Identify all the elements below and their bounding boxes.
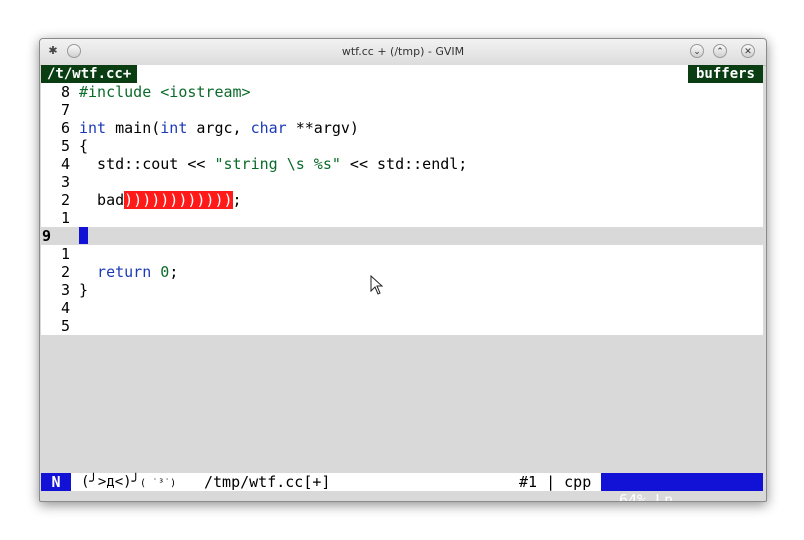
- text-buffer[interactable]: 8 #include <iostream> 7 6 int main(int argc,…: [41, 83, 763, 335]
- text-cursor: [79, 227, 88, 244]
- minimize-icon[interactable]: ⌄: [690, 44, 704, 58]
- window-title: wtf.cc + (/tmp) - GVIM: [341, 45, 465, 58]
- code-token: main(: [106, 119, 161, 137]
- code-line[interactable]: 2 bad))))))))))));: [41, 191, 763, 209]
- code-token: char: [250, 119, 287, 137]
- line-code: #include <iostream>: [79, 83, 251, 101]
- status-bufinfo: #1 | cpp: [519, 473, 592, 491]
- code-line[interactable]: 8 #include <iostream>: [41, 83, 763, 101]
- tab-active[interactable]: /t/wtf.cc+: [41, 65, 138, 83]
- close-icon[interactable]: ✕: [741, 44, 755, 58]
- code-token: 0: [160, 263, 170, 281]
- code-token: int: [160, 119, 188, 137]
- line-number: 2: [60, 263, 70, 281]
- line-number: 4: [60, 299, 70, 317]
- code-token: ;: [232, 191, 242, 209]
- line-code: }: [79, 281, 88, 299]
- code-token: bad: [79, 191, 125, 209]
- code-line[interactable]: 1: [41, 209, 763, 227]
- current-line[interactable]: 9: [41, 227, 763, 245]
- code-token: argc,: [187, 119, 251, 137]
- line-number: 1: [60, 209, 70, 227]
- code-line[interactable]: 3}: [41, 281, 763, 299]
- code-line[interactable]: 6 int main(int argc, char **argv): [41, 119, 763, 137]
- code-line[interactable]: 4 std::cout << "string \s %s" << std::en…: [41, 155, 763, 173]
- line-code: {: [79, 137, 88, 155]
- line-number: 8: [60, 83, 70, 101]
- status-percent: 64% Ln: [619, 491, 674, 502]
- code-line[interactable]: 1: [41, 245, 763, 263]
- code-token: **argv): [286, 119, 359, 137]
- code-token: return: [79, 263, 161, 281]
- line-code: bad))))))))))));: [79, 191, 242, 209]
- code-token: "string \s %s": [214, 155, 341, 173]
- line-number: 9: [42, 227, 52, 245]
- line-code: return 0;: [79, 263, 178, 281]
- tabline: /t/wtf.cc+ buffers: [41, 65, 763, 83]
- code-line[interactable]: 5: [41, 317, 763, 335]
- editor-area: /t/wtf.cc+ buffers 8 #include <iostream> 7…: [41, 65, 763, 501]
- maximize-icon[interactable]: ⌃: [713, 44, 727, 58]
- code-token: ;: [169, 263, 179, 281]
- status-face-main: (╯>д<)╯: [81, 474, 141, 490]
- status-filename: /tmp/wtf.cc[+]: [204, 473, 331, 491]
- code-line[interactable]: 7: [41, 101, 763, 119]
- line-number: 6: [60, 119, 70, 137]
- code-token: int: [79, 119, 107, 137]
- tab-buffers[interactable]: buffers: [687, 65, 763, 83]
- status-face: (╯>д<)╯( ˙³˙): [81, 473, 176, 493]
- code-line[interactable]: 2 return 0;: [41, 263, 763, 281]
- line-number: 3: [60, 281, 70, 299]
- code-token: <iostream>: [160, 83, 251, 101]
- status-face-small: ( ˙³˙): [140, 478, 177, 489]
- code-token: << std::endl;: [340, 155, 468, 173]
- line-number: 2: [60, 191, 70, 209]
- mouse-pointer-icon: [370, 275, 384, 295]
- line-number: 5: [60, 137, 70, 155]
- code-token: }: [79, 281, 89, 299]
- line-number: 1: [60, 245, 70, 263]
- line-number: 5: [60, 317, 70, 335]
- mode-indicator: N: [41, 473, 71, 491]
- line-number: 4: [60, 155, 70, 173]
- code-token: #include: [79, 83, 161, 101]
- statusline: N (╯>д<)╯( ˙³˙) /tmp/wtf.cc[+] #1 | cpp …: [41, 473, 763, 501]
- gvim-window: ✱ wtf.cc + (/tmp) - GVIM ⌄ ⌃ ✕ /t/wtf.cc…: [39, 38, 767, 502]
- line-code: int main(int argc, char **argv): [79, 119, 359, 137]
- title-bar[interactable]: ✱ wtf.cc + (/tmp) - GVIM ⌄ ⌃ ✕: [40, 39, 766, 66]
- line-number: 7: [60, 101, 70, 119]
- line-code: std::cout << "string \s %s" << std::endl…: [79, 155, 467, 173]
- code-token: std::cout <<: [79, 155, 215, 173]
- line-number: 3: [60, 173, 70, 191]
- code-line[interactable]: 4: [41, 299, 763, 317]
- status-position: 64% Ln 9: 0: [601, 473, 763, 501]
- code-token: {: [79, 137, 89, 155]
- code-line[interactable]: 3: [41, 173, 763, 191]
- code-line[interactable]: 5{: [41, 137, 763, 155]
- error-highlight: )))))))))))): [124, 191, 233, 209]
- line-code: [79, 227, 88, 245]
